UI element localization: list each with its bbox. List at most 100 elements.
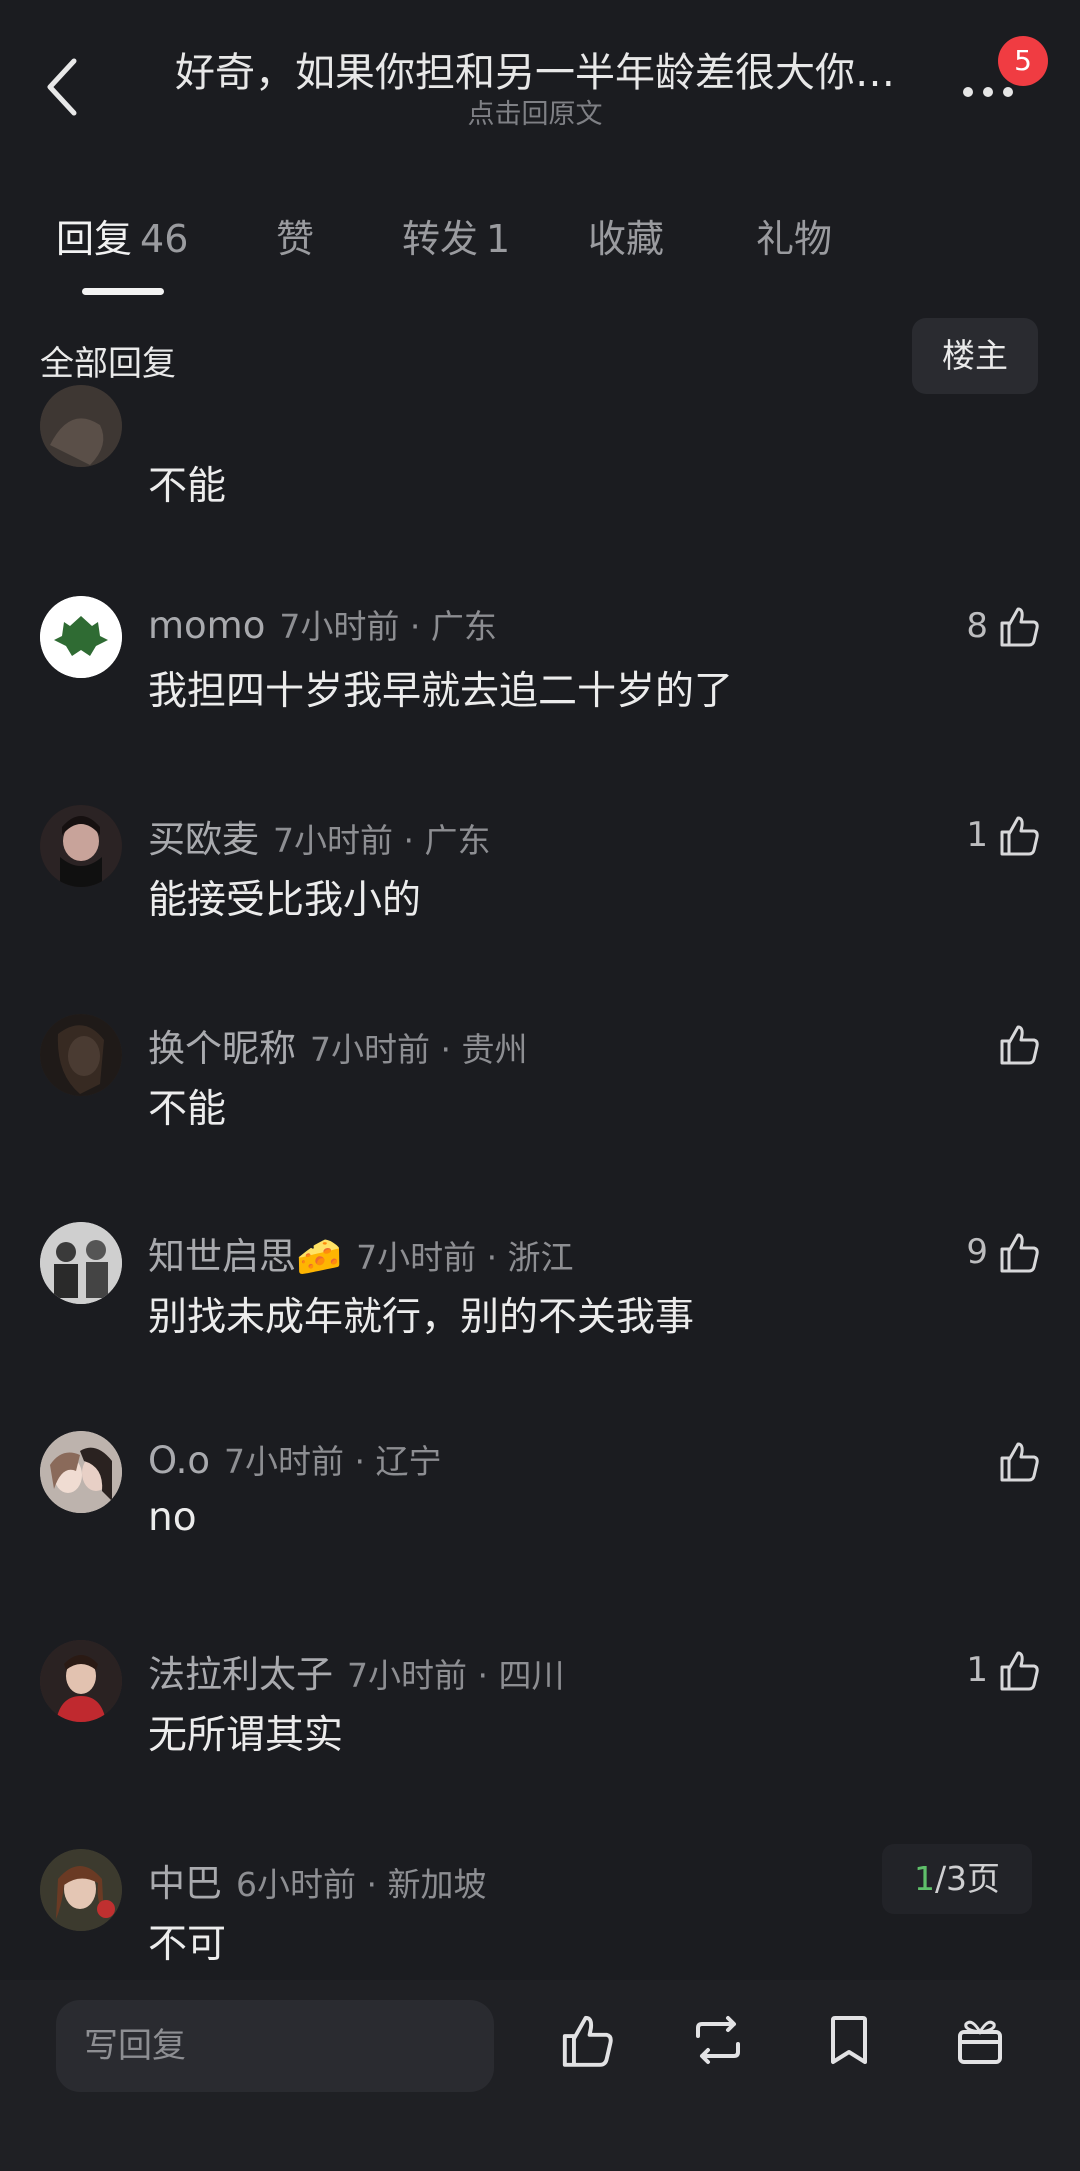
comment-item: 知世启思🧀 7小时前 · 浙江 别找未成年就行，别的不关我事 9 (40, 1222, 1040, 1372)
like-button[interactable]: 9 (922, 1222, 1042, 1282)
current-page: 1 (913, 1859, 935, 1898)
avatar[interactable] (40, 1431, 122, 1513)
username[interactable]: 换个昵称 (148, 1027, 296, 1070)
avatar-image-icon (40, 1640, 122, 1722)
avatar[interactable] (40, 596, 122, 678)
tab-reposts-label: 转发 (402, 217, 479, 261)
avatar[interactable] (40, 1222, 122, 1304)
repost-button[interactable] (688, 2010, 758, 2080)
active-tab-indicator (82, 288, 164, 295)
more-dots-icon (963, 87, 1013, 97)
comment-text: 我担四十岁我早就去追二十岁的了 (148, 669, 734, 714)
time-location: 7小时前 · 贵州 (310, 1030, 528, 1069)
tab-replies-label: 回复 (56, 217, 133, 261)
tab-gifts-label: 礼物 (756, 217, 833, 261)
tab-gifts[interactable]: 礼物 (756, 208, 832, 268)
section-title: 全部回复 (40, 344, 176, 384)
back-button[interactable] (36, 52, 86, 122)
owner-only-filter-button[interactable]: 楼主 (912, 318, 1038, 394)
like-post-button[interactable] (557, 2010, 627, 2080)
thumbs-up-icon (1000, 1233, 1039, 1273)
like-button[interactable] (922, 1014, 1042, 1074)
comment-meta: 买欧麦 7小时前 · 广东 (148, 809, 490, 863)
comment-text: 能接受比我小的 (148, 878, 422, 923)
tab-reposts[interactable]: 转发 1 (402, 208, 510, 268)
comment-item: 法拉利太子 7小时前 · 四川 无所谓其实 1 (40, 1640, 1040, 1790)
time-location: 7小时前 · 浙江 (356, 1238, 574, 1277)
reply-input[interactable]: 写回复 (56, 2000, 494, 2092)
like-button[interactable]: 1 (922, 805, 1042, 865)
comment-item: 换个昵称 7小时前 · 贵州 不能 (40, 1014, 1040, 1164)
username[interactable]: momo (148, 604, 265, 647)
comment-item: momo 7小时前 · 广东 我担四十岁我早就去追二十岁的了 8 (40, 596, 1040, 746)
comment-meta: 法拉利太子 7小时前 · 四川 (148, 1644, 564, 1698)
comment-meta: O.o 7小时前 · 辽宁 (148, 1435, 442, 1483)
gift-button[interactable] (950, 2010, 1020, 2080)
tab-replies-count: 46 (140, 217, 189, 261)
thumbs-up-icon (1000, 816, 1039, 856)
like-count: 9 (966, 1232, 988, 1272)
comment-text: 不能 (148, 1087, 227, 1132)
comment-meta: 中巴 6小时前 · 新加坡 (148, 1853, 486, 1907)
comment-text: 无所谓其实 (148, 1713, 344, 1758)
like-count: 1 (966, 815, 988, 855)
comment-item: 买欧麦 7小时前 · 广东 能接受比我小的 1 (40, 805, 1040, 955)
total-pages: /3页 (934, 1859, 1001, 1898)
tab-replies[interactable]: 回复 46 (56, 208, 188, 268)
username[interactable]: 中巴 (148, 1862, 222, 1905)
avatar[interactable] (40, 385, 122, 467)
tab-favorites[interactable]: 收藏 (588, 208, 664, 268)
time-location: 7小时前 · 广东 (279, 607, 497, 646)
avatar-image-icon (40, 1849, 122, 1931)
comment-text: no (148, 1495, 197, 1540)
like-button[interactable]: 1 (922, 1640, 1042, 1700)
tab-favorites-label: 收藏 (588, 217, 665, 261)
username[interactable]: 知世启思🧀 (148, 1235, 342, 1278)
leaf-icon (40, 596, 122, 678)
chevron-left-icon (47, 58, 77, 116)
avatar-image-icon (40, 1222, 122, 1304)
comment-meta: 换个昵称 7小时前 · 贵州 (148, 1018, 527, 1072)
tab-likes[interactable]: 赞 (276, 208, 314, 268)
pagination-indicator[interactable]: 1/3页 (882, 1844, 1032, 1914)
repost-icon (696, 2016, 740, 2064)
comment-meta: momo 7小时前 · 广东 (148, 600, 497, 648)
like-button[interactable] (922, 1431, 1042, 1491)
gift-icon (958, 2020, 1002, 2064)
avatar-image-icon (40, 385, 122, 467)
comment-text: 别找未成年就行，别的不关我事 (148, 1295, 695, 1340)
tab-likes-label: 赞 (276, 217, 315, 261)
like-button[interactable]: 8 (922, 596, 1042, 656)
thumbs-up-icon (1000, 1651, 1039, 1691)
avatar[interactable] (40, 1014, 122, 1096)
thumbs-up-icon (1000, 1025, 1039, 1065)
avatar-image-icon (40, 1014, 122, 1096)
thumbs-up-icon (1000, 607, 1039, 647)
time-location: 7小时前 · 四川 (347, 1656, 565, 1695)
comment-item: O.o 7小时前 · 辽宁 no (40, 1431, 1040, 1581)
time-location: 6小时前 · 新加坡 (236, 1865, 487, 1904)
username[interactable]: O.o (148, 1439, 210, 1482)
bookmark-icon (831, 2016, 867, 2064)
comment-text: 不能 (148, 464, 227, 509)
bookmark-button[interactable] (819, 2010, 889, 2080)
thumbs-up-icon (1000, 1442, 1039, 1482)
avatar-image-icon (40, 805, 122, 887)
time-location: 7小时前 · 辽宁 (224, 1442, 442, 1481)
avatar[interactable] (40, 1849, 122, 1931)
comment-text: 不可 (148, 1922, 227, 1967)
avatar[interactable] (40, 1640, 122, 1722)
tab-reposts-count: 1 (486, 217, 511, 261)
back-to-original-link[interactable]: 点击回原文 (150, 92, 920, 131)
avatar-image-icon (40, 1431, 122, 1513)
comment-meta: 知世启思🧀 7小时前 · 浙江 (148, 1226, 574, 1280)
comment-item: 不能 (40, 385, 1040, 555)
notification-badge: 5 (998, 36, 1048, 86)
avatar[interactable] (40, 805, 122, 887)
thumbs-up-icon (562, 2015, 613, 2067)
username[interactable]: 买欧麦 (148, 818, 259, 861)
like-count: 8 (966, 606, 988, 646)
like-count: 1 (966, 1650, 988, 1690)
post-title[interactable]: 好奇，如果你担和另一半年龄差很大你… (150, 40, 920, 100)
username[interactable]: 法拉利太子 (148, 1653, 333, 1696)
